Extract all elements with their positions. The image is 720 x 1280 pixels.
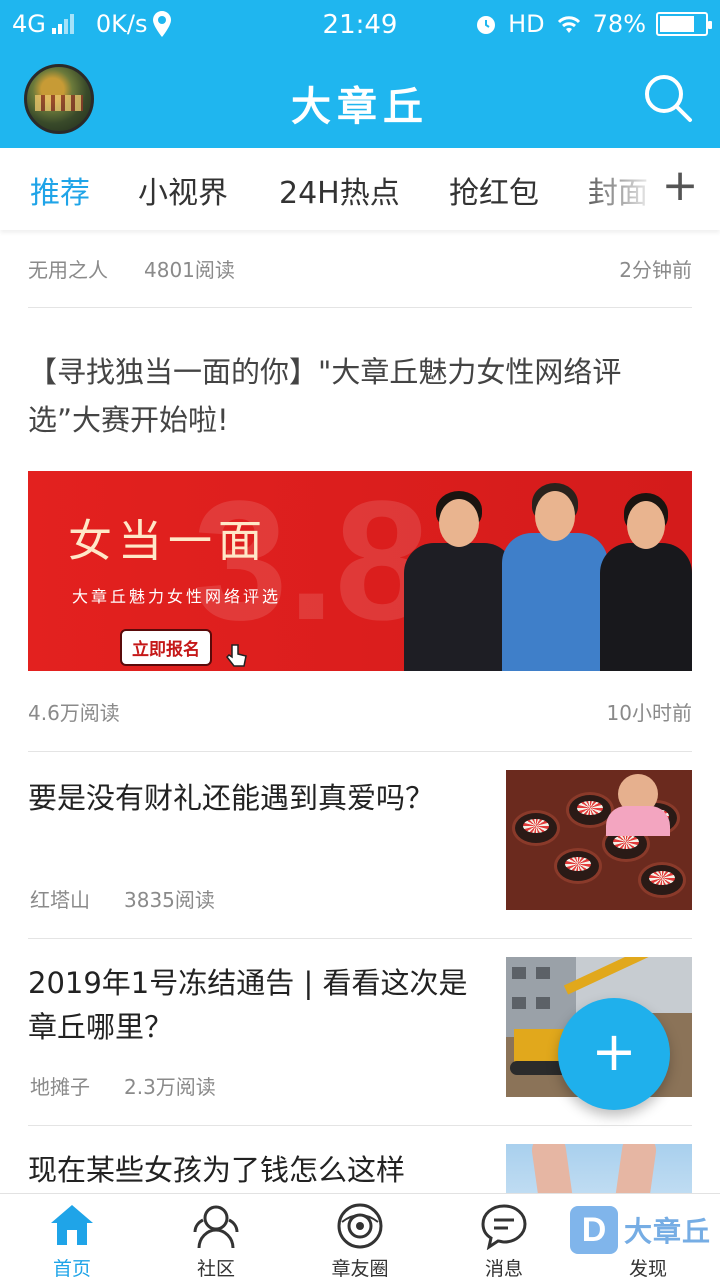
status-bar: 4G 0K/s 21:49 HD 78% (0, 0, 720, 50)
nav-label: 章友圈 (331, 1258, 389, 1280)
article-thumbnail[interactable] (506, 770, 692, 910)
watermark-text: 大章丘 (624, 1215, 712, 1248)
tab-red-envelope[interactable]: 抢红包 (449, 168, 539, 212)
person-figure (404, 481, 514, 671)
status-right: HD 78% (474, 10, 712, 38)
watermark-logo-icon: D (570, 1206, 618, 1254)
divider (28, 307, 692, 308)
event-banner-image[interactable]: 3.8 女当一面 大章丘魅力女性网络评选 立即报名 (28, 471, 692, 671)
nav-label: 社区 (196, 1258, 235, 1280)
article-reads: 4.6万阅读 (28, 701, 120, 725)
banner-signup-button[interactable]: 立即报名 (120, 629, 212, 666)
article-reads: 4801阅读 (144, 258, 235, 282)
article-author: 无用之人 (28, 258, 108, 282)
article-reads: 2.3万阅读 (124, 1075, 216, 1099)
search-icon[interactable] (642, 72, 694, 124)
app-watermark: D 大章丘 (570, 1206, 711, 1254)
hd-indicator: HD (508, 10, 545, 38)
article-title[interactable]: 现在某些女孩为了钱怎么这样 (28, 1148, 478, 1192)
article-time: 10小时前 (606, 701, 692, 725)
community-icon (193, 1205, 239, 1249)
nav-label: 发现 (628, 1258, 667, 1280)
add-tab-button[interactable]: + (660, 162, 700, 210)
compose-fab-button[interactable]: + (558, 998, 670, 1110)
nav-home[interactable]: 首页 (0, 1194, 144, 1280)
article-title[interactable]: 2019年1号冻结通告 | 看看这次是章丘哪里？ (28, 961, 478, 1049)
article-author: 红塔山 (30, 888, 90, 912)
battery-percent: 78% (592, 10, 646, 38)
tab-24h-hot[interactable]: 24H热点 (279, 168, 400, 212)
circle-icon (337, 1203, 383, 1249)
nav-community[interactable]: 社区 (144, 1194, 288, 1280)
nav-label: 消息 (484, 1258, 523, 1280)
article-author: 地摊子 (30, 1075, 90, 1099)
person-figure (600, 483, 692, 671)
hand-pointer-icon (226, 644, 247, 667)
article-title[interactable]: 【寻找独当一面的你】"大章丘魅力女性网络评选”大赛开始啦! (28, 348, 692, 444)
banner-headline: 女当一面 (68, 516, 268, 567)
battery-fill (660, 16, 695, 32)
article-reads: 3835阅读 (124, 888, 215, 912)
article-title[interactable]: 要是没有财礼还能遇到真爱吗？ (28, 776, 478, 820)
message-icon (481, 1204, 527, 1250)
article-time: 2分钟前 (619, 258, 692, 282)
divider (28, 938, 692, 939)
person-figure (502, 475, 608, 671)
home-icon (51, 1205, 93, 1245)
nav-messages[interactable]: 消息 (432, 1194, 576, 1280)
banner-subtitle: 大章丘魅力女性网络评选 (72, 587, 282, 606)
app-title: 大章丘 (291, 84, 429, 130)
nav-friends-circle[interactable]: 章友圈 (288, 1194, 432, 1280)
divider (28, 751, 692, 752)
divider (28, 1125, 692, 1126)
tab-recommend[interactable]: 推荐 (30, 168, 90, 212)
article-thumbnail[interactable] (506, 1144, 692, 1193)
nav-label: 首页 (52, 1258, 91, 1280)
battery-icon (656, 12, 712, 36)
tab-mini-vision[interactable]: 小视界 (138, 168, 228, 212)
category-tab-bar: 推荐 小视界 24H热点 抢红包 封面 + (0, 148, 720, 230)
alarm-icon (477, 16, 496, 34)
app-header: 大章丘 (0, 50, 720, 148)
wifi-icon (557, 16, 580, 33)
